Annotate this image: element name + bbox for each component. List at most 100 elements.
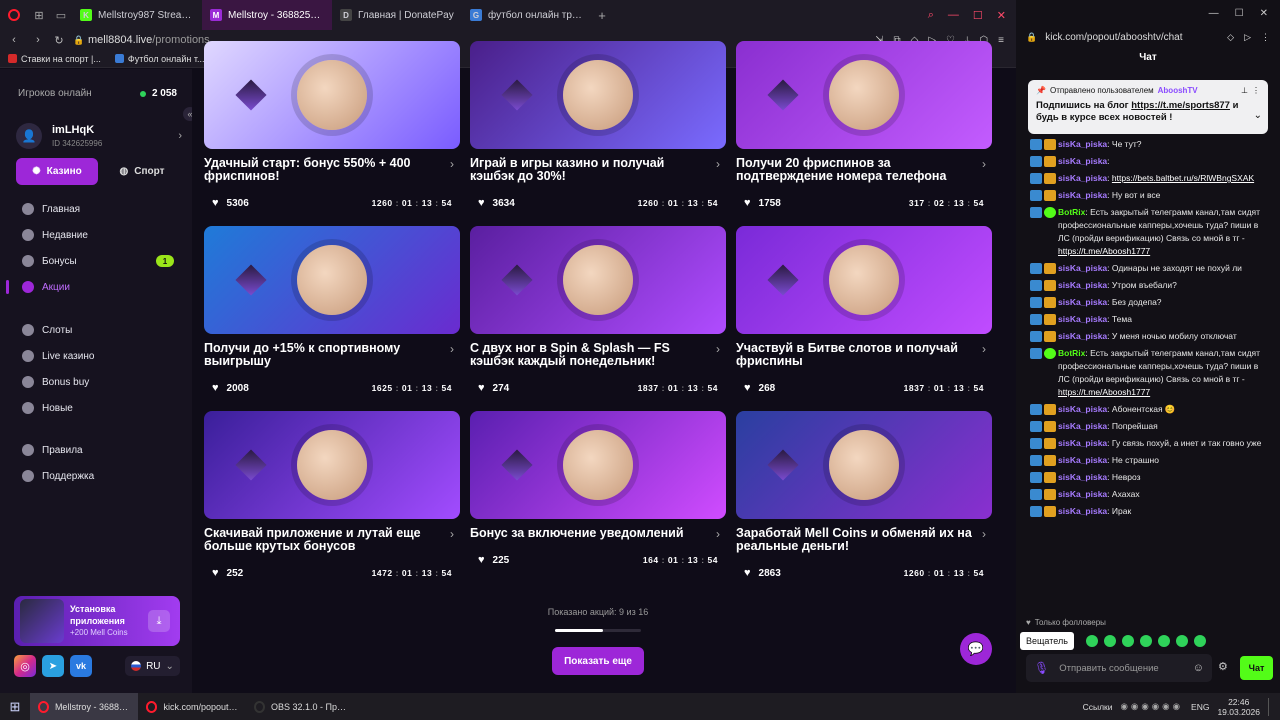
chevron-down-icon[interactable]: ⌄ <box>1254 110 1262 121</box>
gear-icon[interactable]: ⚙ <box>1218 660 1228 673</box>
search-icon[interactable]: ⌕ <box>928 9 934 22</box>
promo-image[interactable] <box>470 411 726 519</box>
chevron-right-icon[interactable]: › <box>450 343 454 356</box>
nav-item-новые[interactable]: Новые <box>0 395 192 421</box>
chevron-right-icon[interactable]: › <box>982 343 986 356</box>
opera-logo-icon[interactable] <box>0 9 28 21</box>
like-button[interactable]: ♥ 268 <box>744 382 775 394</box>
chat-input[interactable]: 🎙 Отправить сообщение ☺ <box>1026 654 1212 682</box>
new-tab-button[interactable]: + <box>592 8 612 23</box>
download-icon[interactable]: ⤓ <box>148 610 170 632</box>
nav-item-акции[interactable]: Акции <box>0 274 192 300</box>
like-button[interactable]: ♥ 1758 <box>744 197 781 209</box>
emote-icon[interactable] <box>1122 635 1134 647</box>
support-chat-button[interactable]: 💬 <box>960 633 992 665</box>
links-label[interactable]: Ссылки <box>1083 702 1113 712</box>
tab-4[interactable]: Gфутбол онлайн трансляц <box>462 0 592 30</box>
tray-icons[interactable]: ◉◉◉◉◉◉ <box>1121 701 1184 712</box>
chat-url[interactable]: kick.com/popout/abooshtv/chat <box>1045 32 1182 43</box>
promo-image[interactable] <box>470 41 726 149</box>
bookmark-item[interactable]: Футбол онлайн т... <box>114 54 204 64</box>
install-app-banner[interactable]: Установка приложения +200 Mell Coins ⤓ <box>14 596 180 646</box>
promo-image[interactable] <box>736 226 992 334</box>
tab-search-icon[interactable]: ▭ <box>50 9 72 22</box>
vk-icon[interactable]: vk <box>70 655 92 677</box>
chat-link[interactable]: https://t.me/Aboosh1777 <box>1058 387 1150 397</box>
like-button[interactable]: ♥ 274 <box>478 382 509 394</box>
taskbar-item[interactable]: Mellstroy - 3688250... <box>30 693 138 720</box>
chat-username[interactable]: sisKa_piska <box>1058 489 1107 499</box>
workspaces-icon[interactable]: ⊞ <box>28 9 50 22</box>
show-more-button[interactable]: Показать еще <box>552 647 644 675</box>
taskbar-item[interactable]: OBS 32.1.0 - Проф... <box>246 693 354 720</box>
telegram-icon[interactable]: ➤ <box>42 655 64 677</box>
close-button[interactable]: ✕ <box>997 9 1006 22</box>
like-button[interactable]: ♥ 2008 <box>212 382 249 394</box>
chat-username[interactable]: sisKa_piska <box>1058 421 1107 431</box>
chat-username[interactable]: sisKa_piska <box>1058 190 1107 200</box>
back-icon[interactable]: ‹ <box>0 34 28 46</box>
nav-item-главная[interactable]: Главная <box>0 196 192 222</box>
chat-link[interactable]: https://t.me/Aboosh1777 <box>1058 246 1150 256</box>
promo-image[interactable] <box>736 41 992 149</box>
chevron-right-icon[interactable]: › <box>450 158 454 171</box>
nav-item-bonus-buy[interactable]: Bonus buy <box>0 369 192 395</box>
player-icon[interactable]: ▷ <box>1244 32 1251 43</box>
like-button[interactable]: ♥ 2863 <box>744 567 781 579</box>
close-button[interactable]: ✕ <box>1260 8 1268 19</box>
forward-icon[interactable]: › <box>28 34 48 46</box>
instagram-icon[interactable]: ◎ <box>14 655 36 677</box>
emote-icon[interactable] <box>1176 635 1188 647</box>
show-desktop-button[interactable] <box>1268 697 1272 716</box>
send-chat-button[interactable]: Чат <box>1240 656 1273 680</box>
language-select[interactable]: RU ⌄ <box>125 656 180 676</box>
nav-item-правила[interactable]: Правила <box>0 437 192 463</box>
nav-item-live-казино[interactable]: Live казино <box>0 343 192 369</box>
chat-username[interactable]: sisKa_piska <box>1058 506 1107 516</box>
nav-item-поддержка[interactable]: Поддержка <box>0 463 192 489</box>
emote-icon[interactable] <box>1086 635 1098 647</box>
chat-username[interactable]: sisKa_piska <box>1058 139 1107 149</box>
chat-username[interactable]: sisKa_piska <box>1058 156 1107 166</box>
promo-card[interactable]: Заработай Mell Coins и обменяй их на реа… <box>736 411 992 579</box>
chevron-right-icon[interactable]: › <box>716 528 720 541</box>
promo-image[interactable] <box>736 411 992 519</box>
promo-card[interactable]: Получи до +15% к спортивному выигрышу › ♥ 2… <box>204 226 460 394</box>
promo-card[interactable]: Получи 20 фриспинов за подтверждение ном… <box>736 41 992 209</box>
tab-1[interactable]: K Mellstroy987 Stream - Wa <box>72 0 202 30</box>
like-button[interactable]: ♥ 3634 <box>478 197 515 209</box>
chat-message-list[interactable]: sisKa_piska: Че тут? sisKa_piska: sisKa_p… <box>1016 66 1280 634</box>
chat-username[interactable]: BotRix <box>1058 348 1085 358</box>
tab-2[interactable]: M Mellstroy - 3688250.068 <box>202 0 332 30</box>
chat-username[interactable]: sisKa_piska <box>1058 280 1107 290</box>
like-button[interactable]: ♥ 225 <box>478 554 509 566</box>
chat-username[interactable]: BotRix <box>1058 207 1085 217</box>
sport-tab[interactable]: ◍ Спорт <box>104 158 180 185</box>
promo-card[interactable]: Удачный старт: бонус 550% + 400 фриспино… <box>204 41 460 209</box>
minimize-button[interactable]: — <box>1209 8 1219 19</box>
like-button[interactable]: ♥ 5306 <box>212 197 249 209</box>
chat-username[interactable]: sisKa_piska <box>1058 173 1107 183</box>
emoji-icon[interactable]: ☺ <box>1193 662 1204 674</box>
user-profile[interactable]: 👤 imLHqK ID 342625996 › <box>16 121 182 151</box>
chevron-right-icon[interactable]: › <box>716 343 720 356</box>
emote-icon[interactable] <box>1194 635 1206 647</box>
windows-start-icon[interactable]: ⊞ <box>0 699 30 715</box>
chevron-right-icon[interactable]: › <box>716 158 720 171</box>
chat-username[interactable]: sisKa_piska <box>1058 455 1107 465</box>
keyboard-language[interactable]: ENG <box>1191 702 1209 712</box>
nav-item-бонусы[interactable]: Бонусы 1 <box>0 248 192 274</box>
url-field[interactable]: mell8804.live/promotions <box>88 34 210 46</box>
chat-username[interactable]: sisKa_piska <box>1058 438 1107 448</box>
promo-card[interactable]: Бонус за включение уведомлений › ♥ 225 164:0… <box>470 411 726 566</box>
nav-item-слоты[interactable]: Слоты <box>0 317 192 343</box>
like-button[interactable]: ♥ 252 <box>212 567 243 579</box>
promo-image[interactable] <box>204 411 460 519</box>
chat-username[interactable]: sisKa_piska <box>1058 297 1107 307</box>
promo-card[interactable]: Играй в игры казино и получай кэшбэк до … <box>470 41 726 209</box>
chat-username[interactable]: sisKa_piska <box>1058 331 1107 341</box>
shield-icon[interactable]: ◇ <box>1227 32 1234 43</box>
promo-card[interactable]: С двух ног в Spin & Splash — FS кэшбэк к… <box>470 226 726 394</box>
promo-card[interactable]: Скачивай приложение и лутай еще больше к… <box>204 411 460 579</box>
minimize-button[interactable]: — <box>948 9 959 22</box>
